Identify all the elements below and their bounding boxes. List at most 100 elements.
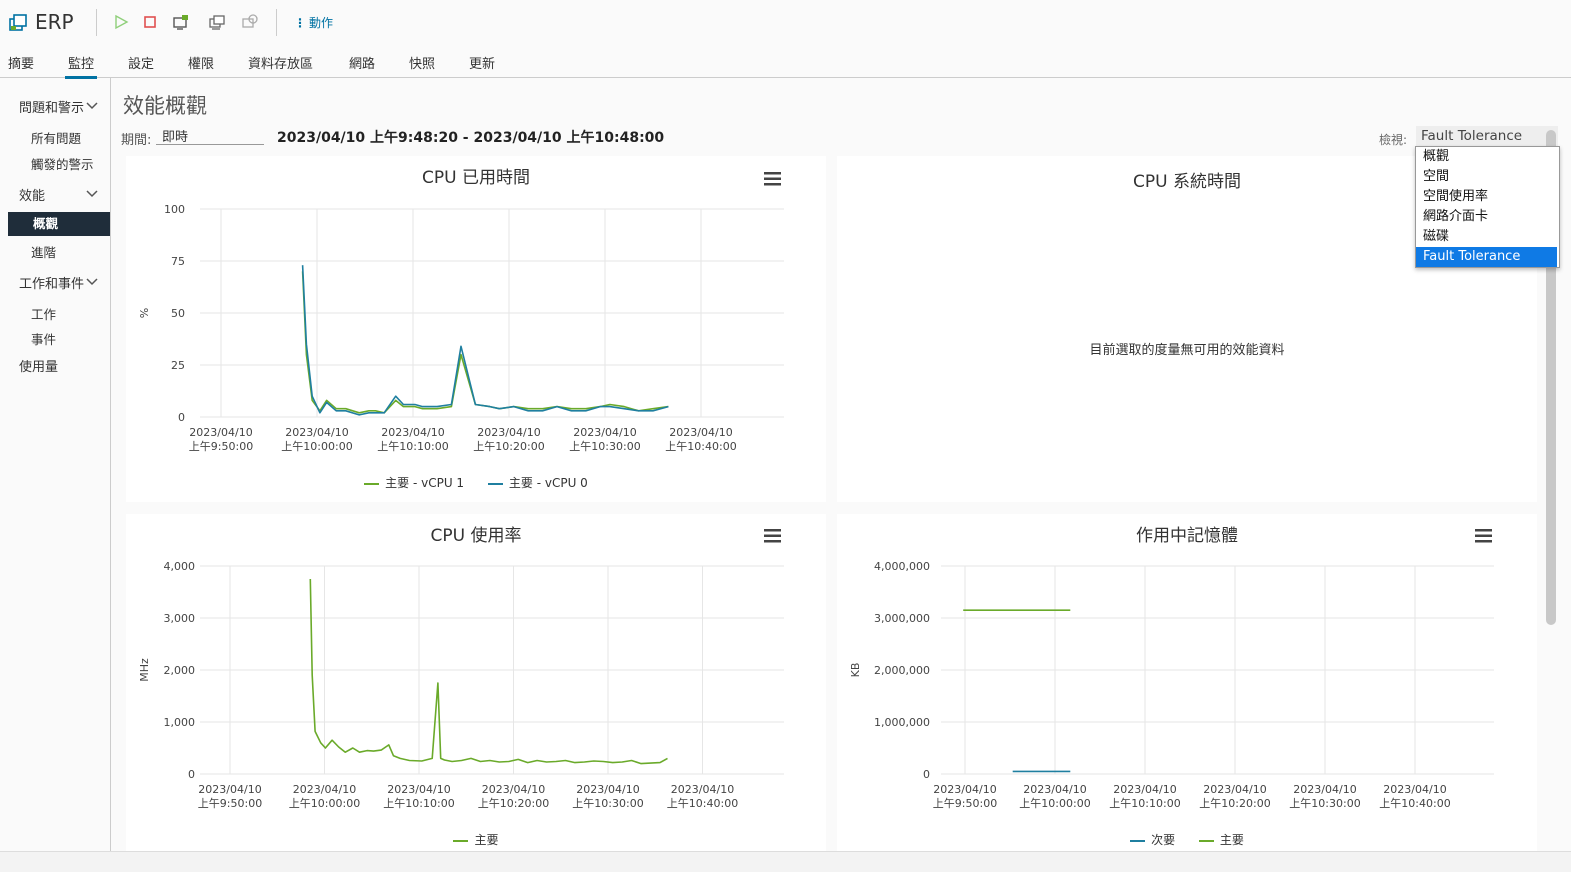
x-tick-label: 上午10:10:00 <box>377 440 448 453</box>
series-line <box>309 578 668 765</box>
tab-snapshots[interactable]: 快照 <box>409 53 435 76</box>
tab-datastores[interactable]: 資料存放區 <box>248 53 313 76</box>
tab-configure[interactable]: 設定 <box>128 53 154 76</box>
legend-swatch <box>1198 839 1214 842</box>
x-tick-label: 2023/04/10 <box>933 783 996 796</box>
y-tick-label: 25 <box>171 359 185 372</box>
series-line <box>301 271 669 414</box>
y-tick-label: 50 <box>171 307 185 320</box>
chart-legend: 主要 <box>126 831 826 848</box>
chevron-down-icon[interactable] <box>86 278 98 286</box>
x-tick-label: 2023/04/10 <box>1023 783 1086 796</box>
legend-item[interactable]: 主要 - vCPU 0 <box>487 474 588 491</box>
x-tick-label: 2023/04/10 <box>477 426 540 439</box>
chart-card-cpu-ready: 100 75 50 25 0 2023/04/10 上午9:50:00 2023/04/10 上… <box>126 156 826 502</box>
legend-label: 主要 <box>1219 833 1244 847</box>
sidebar-item-triggered-alarms[interactable]: 觸發的警示 <box>31 154 94 173</box>
x-tick-label: 上午9:50:00 <box>933 797 997 810</box>
view-option[interactable]: 空間使用率 <box>1416 187 1557 207</box>
y-tick-label: 4,000 <box>164 560 196 573</box>
x-tick-label: 上午10:40:00 <box>1379 797 1450 810</box>
hamburger-menu-icon[interactable] <box>764 172 781 186</box>
view-option[interactable]: 網路介面卡 <box>1416 207 1557 227</box>
y-tick-label: 0 <box>188 768 195 781</box>
legend-label: 次要 <box>1151 833 1176 847</box>
power-off-icon[interactable] <box>141 13 159 31</box>
sidebar-section-performance[interactable]: 效能 <box>19 185 45 204</box>
actions-label: 動作 <box>309 16 334 30</box>
chart-cpu-ready: 10075502502023/04/10上午9:50:002023/04/10上… <box>138 203 784 453</box>
x-tick-label: 上午10:20:00 <box>473 440 544 453</box>
x-tick-label: 2023/04/10 <box>381 426 444 439</box>
series-line <box>301 265 669 416</box>
x-tick-label: 2023/04/10 <box>1293 783 1356 796</box>
x-tick-label: 上午10:20:00 <box>478 797 549 810</box>
tab-networks[interactable]: 網路 <box>349 53 375 76</box>
x-tick-label: 2023/04/10 <box>1383 783 1446 796</box>
legend-swatch <box>453 839 469 842</box>
x-tick-label: 上午10:30:00 <box>572 797 643 810</box>
period-label: 期間: <box>121 133 152 148</box>
x-tick-label: 2023/04/10 <box>387 783 450 796</box>
legend-item[interactable]: 主要 - vCPU 1 <box>364 474 464 491</box>
hamburger-menu-icon[interactable] <box>1475 529 1492 543</box>
x-tick-label: 2023/04/10 <box>482 783 545 796</box>
sidebar-section-tasks-events[interactable]: 工作和事件 <box>19 273 84 292</box>
sidebar-item-tasks[interactable]: 工作 <box>31 304 56 323</box>
x-tick-label: 2023/04/10 <box>1203 783 1266 796</box>
chart-title: CPU 已用時間 <box>422 168 530 188</box>
chevron-down-icon[interactable] <box>86 190 98 198</box>
period-select[interactable] <box>156 127 264 145</box>
y-tick-label: 3,000,000 <box>874 612 930 625</box>
actions-menu[interactable]: ⋮ 動作 <box>294 14 333 31</box>
tab-monitor[interactable]: 監控 <box>65 53 98 79</box>
x-tick-label: 2023/04/10 <box>1113 783 1176 796</box>
view-option[interactable]: 空間 <box>1416 167 1557 187</box>
console-icon[interactable] <box>172 13 190 31</box>
chart-card-active-memory: 4,000,000 3,000,000 2,000,000 1,000,000 0 202… <box>837 514 1537 851</box>
x-tick-label: 上午10:00:00 <box>1019 797 1090 810</box>
chart-legend: 主要 - vCPU 1 主要 - vCPU 0 <box>126 474 826 491</box>
y-tick-label: 1,000 <box>164 716 196 729</box>
sidebar-item-events[interactable]: 事件 <box>31 329 56 348</box>
tab-permissions[interactable]: 權限 <box>188 53 214 76</box>
x-tick-label: 上午10:10:00 <box>383 797 454 810</box>
y-tick-label: 1,000,000 <box>874 716 930 729</box>
x-tick-label: 上午10:20:00 <box>1199 797 1270 810</box>
x-tick-label: 上午10:30:00 <box>569 440 640 453</box>
x-tick-label: 2023/04/10 <box>671 783 734 796</box>
view-option[interactable]: 概觀 <box>1416 147 1557 167</box>
chart-title: CPU 使用率 <box>430 526 522 546</box>
tab-summary[interactable]: 摘要 <box>8 53 34 76</box>
y-tick-label: 0 <box>178 411 185 424</box>
separator <box>96 9 97 36</box>
view-select[interactable]: Fault Tolerance <box>1416 126 1558 146</box>
sidebar-section-issues[interactable]: 問題和警示 <box>19 97 84 116</box>
view-option-selected[interactable]: Fault Tolerance <box>1416 247 1557 267</box>
tab-updates[interactable]: 更新 <box>469 53 495 76</box>
legend-label: 主要 <box>474 833 499 847</box>
legend-swatch <box>487 482 503 485</box>
x-tick-label: 2023/04/10 <box>189 426 252 439</box>
sidebar-item-all-issues[interactable]: 所有問題 <box>31 128 81 147</box>
time-range: 2023/04/10 上午9:48:20 - 2023/04/10 上午10:4… <box>277 130 665 146</box>
chevron-down-icon[interactable] <box>86 102 98 110</box>
snapshot-icon[interactable] <box>241 13 259 31</box>
power-on-icon[interactable] <box>112 13 130 31</box>
legend-item[interactable]: 主要 <box>1198 831 1244 848</box>
x-tick-label: 上午10:00:00 <box>281 440 352 453</box>
sidebar-item-utilization[interactable]: 使用量 <box>19 356 58 375</box>
view-option[interactable]: 磁碟 <box>1416 227 1557 247</box>
x-tick-label: 上午9:50:00 <box>189 440 253 453</box>
legend-item[interactable]: 次要 <box>1130 831 1175 848</box>
view-dropdown: 概觀 空間 空間使用率 網路介面卡 磁碟 Fault Tolerance <box>1415 146 1560 268</box>
x-tick-label: 上午10:10:00 <box>1109 797 1180 810</box>
hamburger-menu-icon[interactable] <box>764 529 781 543</box>
x-tick-label: 上午10:00:00 <box>289 797 360 810</box>
migrate-icon[interactable] <box>208 13 226 31</box>
sidebar-item-overview[interactable]: 概觀 <box>8 212 110 236</box>
y-axis-label: KB <box>849 663 862 678</box>
legend-item[interactable]: 主要 <box>453 831 499 848</box>
x-tick-label: 上午10:40:00 <box>667 797 738 810</box>
sidebar-item-advanced[interactable]: 進階 <box>31 242 56 261</box>
